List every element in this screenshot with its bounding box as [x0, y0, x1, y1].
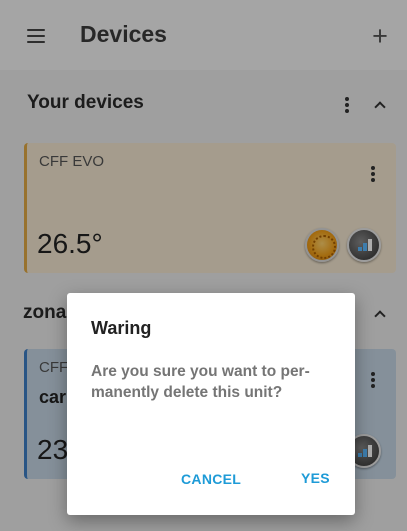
cancel-button[interactable]: CANCEL [181, 471, 241, 487]
dialog-message: Are you sure you want to per-manently de… [91, 363, 310, 401]
dialog-title: Waring [91, 318, 152, 338]
yes-button[interactable]: YES [301, 470, 330, 486]
delete-confirm-dialog: Waring Are you sure you want to per-mane… [67, 293, 355, 515]
